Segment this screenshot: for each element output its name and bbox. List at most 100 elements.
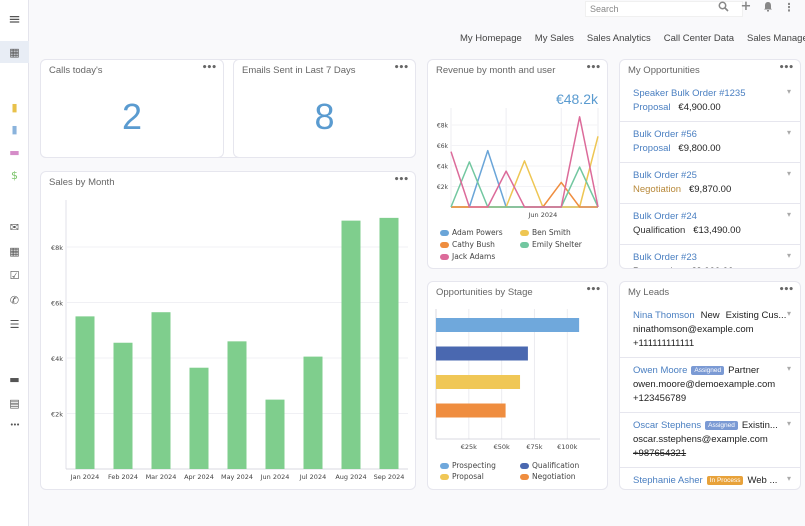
sidebar-item-lead[interactable]: ▮ bbox=[0, 96, 29, 118]
sidebar-item-calendar[interactable]: ▦ bbox=[0, 240, 29, 262]
account-card-icon: ▬ bbox=[9, 145, 20, 159]
lead-email: ninathomson@example.com bbox=[633, 324, 754, 335]
bar-proposal[interactable] bbox=[436, 375, 521, 389]
phone-icon: ✆ bbox=[9, 293, 20, 307]
legend-item[interactable]: Qualification bbox=[520, 461, 579, 470]
y-tick-label: €8k bbox=[437, 123, 449, 130]
revenue-line-chart: €2k €4k €6k €8k Jun 2024 bbox=[437, 108, 599, 219]
opportunity-name-link[interactable]: Bulk Order #25 bbox=[633, 170, 697, 181]
legend-label: Ben Smith bbox=[532, 228, 571, 237]
legend-label: Adam Powers bbox=[452, 228, 503, 237]
item-dropdown-icon[interactable]: ▾ bbox=[787, 251, 791, 260]
kebab-menu-icon[interactable]: ⋮ bbox=[782, 1, 796, 14]
opportunity-item: Speaker Bulk Order #1235 ▾ Proposal €4,900… bbox=[620, 81, 800, 122]
sidebar-item-email[interactable]: ✉ bbox=[0, 216, 29, 238]
lead-item: Oscar Stephens Assigned Existin... ▾ oscar.s… bbox=[620, 413, 800, 468]
legend-item[interactable]: Adam Powers bbox=[440, 228, 503, 237]
search-icon[interactable] bbox=[716, 1, 730, 15]
lead-name-link[interactable]: Nina Thomson bbox=[633, 310, 695, 321]
item-dropdown-icon[interactable]: ▾ bbox=[787, 210, 791, 219]
bell-icon[interactable] bbox=[761, 1, 775, 15]
item-dropdown-icon[interactable]: ▾ bbox=[787, 419, 791, 428]
opportunity-name-link[interactable]: Bulk Order #24 bbox=[633, 211, 697, 222]
sidebar-item-hamburger-menu[interactable]: ≡ bbox=[0, 8, 29, 30]
tab-sales-analytics[interactable]: Sales Analytics bbox=[587, 33, 651, 44]
sidebar-item-contact[interactable]: ▮ bbox=[0, 118, 29, 140]
lead-source: Web ... bbox=[747, 475, 778, 486]
opportunities-by-stage-card: Opportunities by Stage ••• €25k €50k €75k €… bbox=[427, 281, 608, 490]
item-dropdown-icon[interactable]: ▾ bbox=[787, 474, 791, 483]
item-dropdown-icon[interactable]: ▾ bbox=[787, 169, 791, 178]
item-dropdown-icon[interactable]: ▾ bbox=[787, 128, 791, 137]
sidebar-item-dashboard-grid[interactable]: ▦ bbox=[0, 41, 29, 63]
bar-jun-2024[interactable] bbox=[265, 399, 285, 469]
legend-label: Prospecting bbox=[452, 461, 496, 470]
x-tick-label: €75k bbox=[526, 443, 542, 451]
line-adam-powers[interactable] bbox=[451, 149, 598, 208]
sidebar-item-briefcase[interactable]: ▬ bbox=[0, 368, 29, 390]
emails-count: 8 bbox=[314, 96, 335, 137]
legend-item[interactable]: Negotiation bbox=[520, 472, 576, 481]
bar-sep-2024[interactable] bbox=[379, 217, 399, 469]
card-menu-icon[interactable]: ••• bbox=[779, 63, 794, 73]
x-tick-label: Jun 2024 bbox=[527, 211, 557, 219]
legend-label: Negotiation bbox=[532, 472, 576, 481]
card-menu-icon[interactable]: ••• bbox=[779, 285, 794, 295]
lead-item: Nina Thomson New Existing Cus... ▾ ninathoms… bbox=[620, 303, 800, 358]
opportunity-name-link[interactable]: Speaker Bulk Order #1235 bbox=[633, 88, 745, 99]
document-icon: ▤ bbox=[9, 396, 20, 410]
lead-email: owen.moore@demoexample.com bbox=[633, 379, 776, 390]
sidebar-item-phone[interactable]: ✆ bbox=[0, 289, 29, 311]
legend-item[interactable]: Cathy Bush bbox=[440, 240, 495, 249]
opportunity-amount: €4,900.00 bbox=[678, 102, 721, 113]
legend-item[interactable]: Jack Adams bbox=[440, 252, 495, 261]
lead-name-link[interactable]: Stephanie Asher bbox=[633, 475, 703, 486]
sidebar-item-dollar[interactable]: $ bbox=[0, 164, 29, 186]
card-menu-icon[interactable]: ••• bbox=[202, 63, 217, 73]
sidebar-item-more[interactable]: ••• bbox=[0, 414, 29, 436]
tab-sales-manager[interactable]: Sales Manager bbox=[747, 33, 805, 44]
tab-call-center-data[interactable]: Call Center Data bbox=[664, 33, 734, 44]
opportunity-name-link[interactable]: Bulk Order #23 bbox=[633, 252, 697, 263]
x-tick-label: Apr 2024 bbox=[184, 473, 214, 481]
dashboard-tabs: My Homepage My Sales Sales Analytics Cal… bbox=[460, 33, 805, 44]
legend-item[interactable]: Prospecting bbox=[440, 461, 496, 470]
legend-item[interactable]: Ben Smith bbox=[520, 228, 571, 237]
opportunity-name-link[interactable]: Bulk Order #56 bbox=[633, 129, 697, 140]
legend-swatch bbox=[520, 473, 529, 480]
bar-prospecting[interactable] bbox=[436, 318, 580, 332]
my-leads-card: My Leads ••• Nina Thomson New Existing Cus… bbox=[619, 281, 801, 490]
lead-name-link[interactable]: Oscar Stephens bbox=[633, 420, 701, 431]
tab-my-homepage[interactable]: My Homepage bbox=[460, 33, 522, 44]
card-menu-icon[interactable]: ••• bbox=[394, 63, 409, 73]
y-tick-label: €4k bbox=[437, 164, 449, 171]
bar-feb-2024[interactable] bbox=[113, 342, 133, 469]
bar-jan-2024[interactable] bbox=[75, 316, 95, 469]
bar-may-2024[interactable] bbox=[227, 341, 247, 469]
tab-my-sales[interactable]: My Sales bbox=[535, 33, 574, 44]
bar-qualification[interactable] bbox=[436, 346, 528, 361]
legend-item[interactable]: Emily Shelter bbox=[520, 240, 582, 249]
bar-mar-2024[interactable] bbox=[151, 312, 171, 469]
add-icon[interactable]: + bbox=[739, 0, 753, 14]
bar-negotiation[interactable] bbox=[436, 403, 506, 418]
sidebar-item-document[interactable]: ▤ bbox=[0, 392, 29, 414]
sidebar-item-checklist[interactable]: ☰ bbox=[0, 313, 29, 335]
sidebar-item-task-calendar[interactable]: ☑ bbox=[0, 264, 29, 286]
calendar-icon: ▦ bbox=[9, 244, 20, 258]
lead-status-badge: In Process bbox=[706, 476, 744, 485]
bar-aug-2024[interactable] bbox=[341, 220, 361, 469]
item-dropdown-icon[interactable]: ▾ bbox=[787, 364, 791, 373]
item-dropdown-icon[interactable]: ▾ bbox=[787, 309, 791, 318]
bar-jul-2024[interactable] bbox=[303, 356, 323, 469]
sidebar-item-account-card[interactable]: ▬ bbox=[0, 141, 29, 163]
lead-status-badge: Assigned bbox=[705, 421, 738, 430]
x-tick-label: Sep 2024 bbox=[374, 473, 405, 481]
legend-item[interactable]: Proposal bbox=[440, 472, 484, 481]
lead-name-link[interactable]: Owen Moore bbox=[633, 365, 687, 376]
bar-apr-2024[interactable] bbox=[189, 367, 209, 469]
line-emily-shelter[interactable] bbox=[450, 161, 599, 208]
item-dropdown-icon[interactable]: ▾ bbox=[787, 87, 791, 96]
legend-swatch bbox=[440, 473, 449, 480]
legend-swatch bbox=[440, 253, 449, 260]
